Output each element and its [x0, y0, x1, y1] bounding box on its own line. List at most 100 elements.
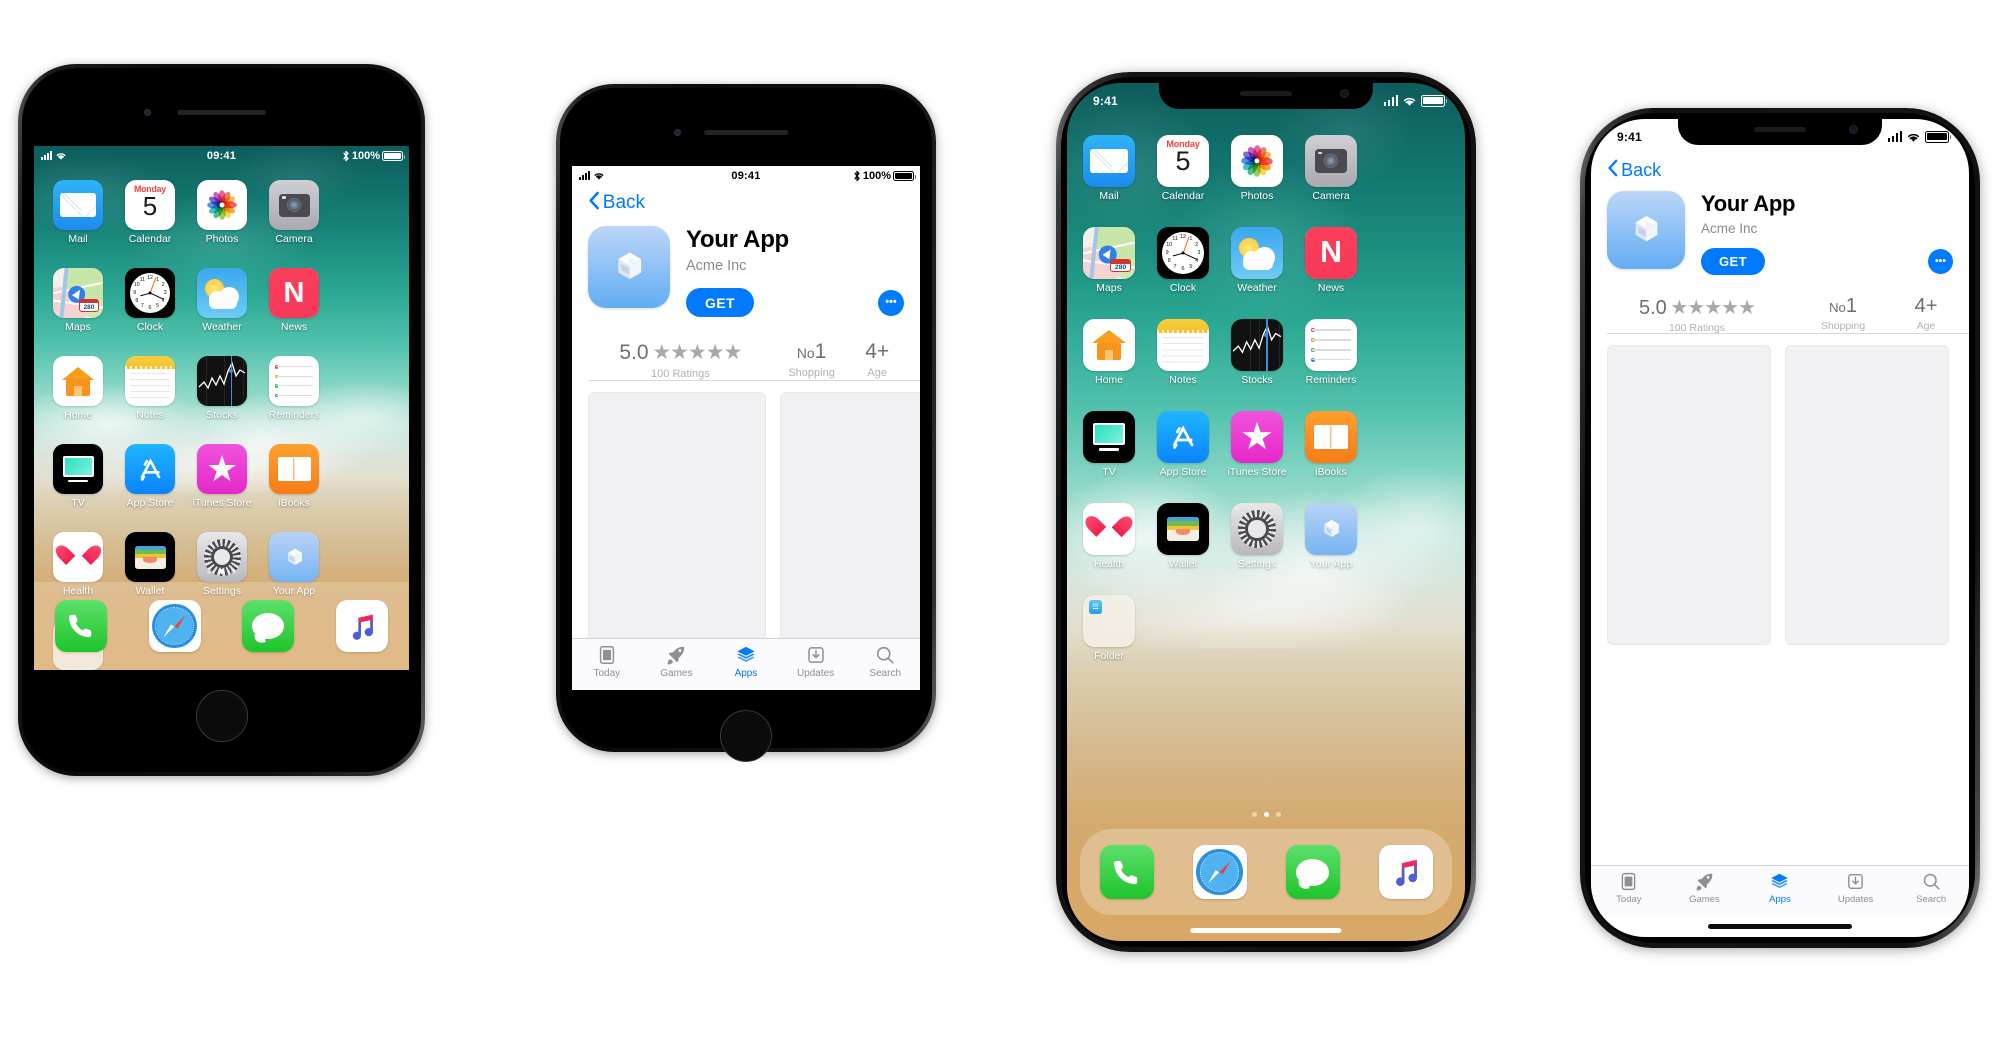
messages-icon[interactable] — [242, 600, 295, 652]
home-app-clock[interactable]: 1 2 3 4 5 6 7 8 9 10 11 12 Clock — [125, 268, 175, 333]
home-app-reminders[interactable]: Reminders — [1305, 319, 1357, 386]
app-store-icon[interactable] — [125, 444, 175, 494]
home-indicator[interactable] — [1190, 928, 1342, 933]
home-app-mail[interactable]: Mail — [53, 180, 103, 245]
back-button[interactable]: Back — [1607, 159, 1661, 182]
wallet-icon[interactable] — [1157, 503, 1209, 555]
tab-apps[interactable]: Apps — [1742, 866, 1818, 905]
home-app-app-store[interactable]: App Store — [125, 444, 175, 509]
music-icon[interactable] — [1378, 845, 1433, 899]
home-app-photos[interactable]: Photos — [197, 180, 247, 245]
your-app-icon[interactable] — [1305, 503, 1357, 555]
get-button[interactable]: GET — [686, 288, 754, 318]
page-dots[interactable] — [1067, 812, 1465, 817]
screenshot-thumbnail[interactable] — [1785, 345, 1949, 645]
dock-app-music[interactable] — [1378, 845, 1433, 899]
dock-app-phone[interactable] — [54, 600, 107, 652]
home-app-maps[interactable]: 280 Maps — [53, 268, 103, 333]
camera-icon[interactable] — [269, 180, 319, 230]
home-app-camera[interactable]: Camera — [1305, 135, 1357, 202]
clock-icon[interactable]: 1 2 3 4 5 6 7 8 9 10 11 12 — [1157, 227, 1209, 279]
messages-icon[interactable] — [1285, 845, 1340, 899]
tab-games[interactable]: Games — [1667, 866, 1743, 905]
dock-app-safari[interactable] — [1192, 845, 1247, 899]
notes-icon[interactable] — [1157, 319, 1209, 371]
home-app-tv[interactable]: TV — [53, 444, 103, 509]
home-icon[interactable] — [1083, 319, 1135, 371]
dock-app-messages[interactable] — [242, 600, 295, 652]
home-app-itunes-store[interactable]: ★ iTunes Store — [1227, 411, 1287, 478]
tab-updates[interactable]: Updates — [1818, 866, 1894, 905]
home-app-stocks[interactable]: Stocks — [197, 356, 247, 421]
home-app-weather[interactable]: Weather — [197, 268, 247, 333]
home-app-news[interactable]: N News — [269, 268, 319, 333]
maps-icon[interactable]: 280 — [1083, 227, 1135, 279]
photos-icon[interactable] — [1231, 135, 1283, 187]
screenshot-gallery[interactable] — [1607, 345, 1969, 645]
app-icon[interactable] — [1607, 191, 1685, 269]
clock-icon[interactable]: 1 2 3 4 5 6 7 8 9 10 11 12 — [125, 268, 175, 318]
screenshot-thumbnail[interactable] — [588, 392, 766, 648]
camera-icon[interactable] — [1305, 135, 1357, 187]
screenshot-thumbnail[interactable] — [1607, 345, 1771, 645]
weather-icon[interactable] — [1231, 227, 1283, 279]
home-app-camera[interactable]: Camera — [269, 180, 319, 245]
tab-games[interactable]: Games — [642, 639, 712, 679]
mail-icon[interactable] — [53, 180, 103, 230]
reminders-icon[interactable] — [269, 356, 319, 406]
music-icon[interactable] — [336, 600, 389, 652]
home-app-stocks[interactable]: Stocks — [1231, 319, 1283, 386]
home-app-calendar[interactable]: Monday 5 Calendar — [1157, 135, 1209, 202]
dock-app-safari[interactable] — [148, 600, 201, 652]
home-app-home[interactable]: Home — [1083, 319, 1135, 386]
home-app-tv[interactable]: TV — [1083, 411, 1135, 478]
tv-icon[interactable] — [1083, 411, 1135, 463]
phone-icon[interactable] — [54, 600, 107, 652]
tab-search[interactable]: Search — [1893, 866, 1969, 905]
news-icon[interactable]: N — [269, 268, 319, 318]
home-app-clock[interactable]: 1 2 3 4 5 6 7 8 9 10 11 12 Clock — [1157, 227, 1209, 294]
tab-today[interactable]: Today — [572, 639, 642, 679]
stocks-icon[interactable] — [1231, 319, 1283, 371]
tab-search[interactable]: Search — [850, 639, 920, 679]
home-app-reminders[interactable]: Reminders — [269, 356, 319, 421]
home-app-notes[interactable]: Notes — [1157, 319, 1209, 386]
news-icon[interactable]: N — [1305, 227, 1357, 279]
tab-updates[interactable]: Updates — [781, 639, 851, 679]
back-button[interactable]: Back — [588, 191, 645, 216]
tab-apps[interactable]: Apps — [711, 639, 781, 679]
settings-icon[interactable] — [1231, 503, 1283, 555]
itunes-store-icon[interactable]: ★ — [197, 444, 247, 494]
folder-icon[interactable]: ☰ — [1083, 595, 1135, 647]
health-icon[interactable] — [53, 532, 103, 582]
photos-icon[interactable] — [197, 180, 247, 230]
home-app-settings[interactable]: Settings — [1231, 503, 1283, 570]
tab-today[interactable]: Today — [1591, 866, 1667, 905]
dock-app-phone[interactable] — [1099, 845, 1154, 899]
calendar-icon[interactable]: Monday 5 — [1157, 135, 1209, 187]
your-app-icon[interactable] — [269, 532, 319, 582]
itunes-store-icon[interactable]: ★ — [1231, 411, 1283, 463]
home-app-ibooks[interactable]: iBooks — [1305, 411, 1357, 478]
home-app-app-store[interactable]: App Store — [1157, 411, 1209, 478]
home-app-mail[interactable]: Mail — [1083, 135, 1135, 202]
home-button[interactable] — [720, 710, 772, 762]
home-app-itunes-store[interactable]: ★ iTunes Store — [192, 444, 252, 509]
app-icon[interactable] — [588, 226, 670, 308]
dock-app-messages[interactable] — [1285, 845, 1340, 899]
home-app-weather[interactable]: Weather — [1231, 227, 1283, 294]
home-app-ibooks[interactable]: iBooks — [269, 444, 319, 509]
safari-icon[interactable] — [1192, 845, 1247, 899]
home-indicator[interactable] — [1708, 924, 1852, 929]
wallet-icon[interactable] — [125, 532, 175, 582]
reminders-icon[interactable] — [1305, 319, 1357, 371]
home-app-calendar[interactable]: Monday 5 Calendar — [125, 180, 175, 245]
screenshot-thumbnail[interactable] — [780, 392, 920, 648]
mail-icon[interactable] — [1083, 135, 1135, 187]
home-app-health[interactable]: Health — [1083, 503, 1135, 570]
home-app-wallet[interactable]: Wallet — [1157, 503, 1209, 570]
ibooks-icon[interactable] — [269, 444, 319, 494]
notes-icon[interactable] — [125, 356, 175, 406]
home-app-photos[interactable]: Photos — [1231, 135, 1283, 202]
settings-icon[interactable] — [197, 532, 247, 582]
